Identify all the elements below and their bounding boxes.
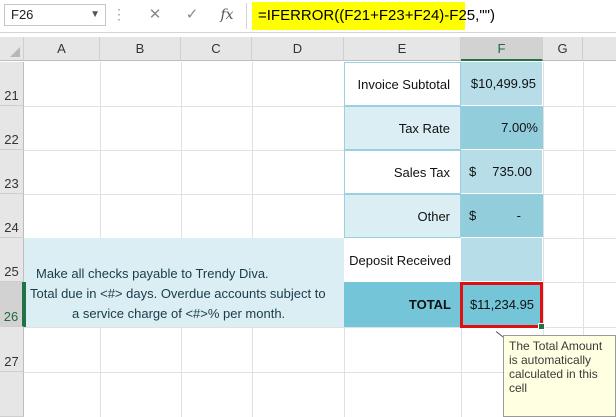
sales-tax-value[interactable]: $735.00 <box>461 150 543 194</box>
chevron-down-icon[interactable]: ▼ <box>90 5 100 25</box>
note-line-1: Make all checks payable to Trendy Diva. <box>36 266 269 281</box>
total-label[interactable]: TOTAL <box>344 282 461 327</box>
deposit-label[interactable]: Deposit Received <box>336 238 461 282</box>
other-value[interactable]: $ - <box>461 194 543 238</box>
row-header-22[interactable]: 22 <box>0 106 24 150</box>
callout-highlight-box <box>460 282 543 328</box>
callout-tooltip: The Total Amount is automatically calcul… <box>503 335 616 417</box>
tax-rate-value[interactable]: 7.00% <box>461 106 543 150</box>
subtotal-value[interactable]: $10,499.95 <box>461 62 543 106</box>
row-header-27[interactable]: 27 <box>0 327 24 372</box>
column-header-c[interactable]: C <box>181 37 252 61</box>
row-header-26[interactable]: 26 <box>0 282 24 327</box>
subtotal-label[interactable]: Invoice Subtotal <box>344 62 461 106</box>
column-header-b[interactable]: B <box>100 37 181 61</box>
column-header-h[interactable] <box>583 37 616 61</box>
column-header-f[interactable]: F <box>461 37 543 61</box>
column-header-e[interactable]: E <box>344 37 461 61</box>
deposit-value[interactable] <box>461 238 543 282</box>
row-header-25[interactable]: 25 <box>0 238 24 282</box>
sales-tax-label[interactable]: Sales Tax <box>344 150 461 194</box>
note-line-3: a service charge of <#>% per month. <box>72 306 286 321</box>
note-line-2: Total due in <#> days. Overdue accounts … <box>30 286 326 301</box>
formula-input[interactable]: =IFERROR((F21+F23+F24)-F25,"") <box>252 2 495 30</box>
select-all-icon <box>10 47 20 57</box>
row-header-23[interactable]: 23 <box>0 150 24 194</box>
other-label[interactable]: Other <box>344 194 461 238</box>
insert-function-icon[interactable]: fx <box>216 5 238 25</box>
row-selection-marker <box>24 282 26 327</box>
enter-icon[interactable]: ✓ <box>181 5 203 25</box>
name-box[interactable]: F26 ▼ <box>4 4 106 26</box>
name-box-value: F26 <box>11 7 34 22</box>
cancel-icon[interactable]: ✕ <box>144 5 166 25</box>
tax-rate-label[interactable]: Tax Rate <box>344 106 461 150</box>
column-header-a[interactable]: A <box>24 37 100 61</box>
more-options-icon[interactable]: ⋮ <box>112 4 126 26</box>
row-header-21[interactable]: 21 <box>0 62 24 106</box>
payment-note[interactable]: Make all checks payable to Trendy Diva. … <box>24 238 344 327</box>
fill-handle[interactable] <box>538 323 545 330</box>
row-header-24[interactable]: 24 <box>0 194 24 238</box>
column-header-g[interactable]: G <box>543 37 583 61</box>
select-all-corner[interactable] <box>0 37 24 61</box>
row-header-28[interactable] <box>0 372 24 417</box>
formula-bar-divider <box>246 3 247 29</box>
column-header-d[interactable]: D <box>252 37 344 61</box>
